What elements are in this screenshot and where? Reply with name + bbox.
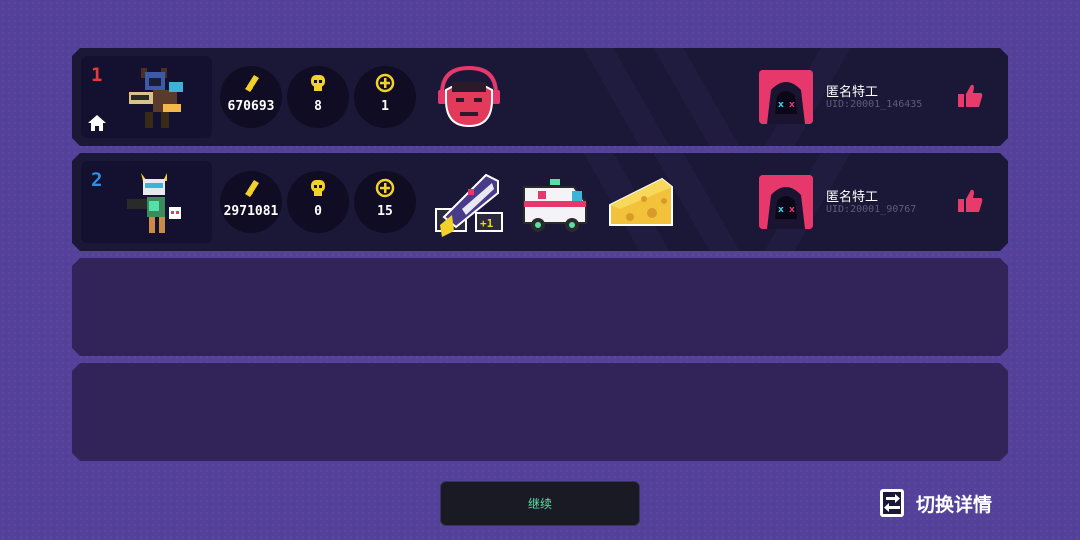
item-badge: +1 bbox=[480, 217, 494, 230]
player-card[interactable]: 1 bbox=[81, 56, 212, 138]
coins-stat: 15 bbox=[354, 171, 416, 233]
svg-text:x: x bbox=[778, 100, 784, 110]
switch-details-icon bbox=[880, 489, 904, 517]
hero-portrait bbox=[119, 167, 193, 239]
svg-text:x: x bbox=[789, 100, 795, 110]
player-name: 匿名特工 bbox=[826, 190, 879, 205]
leaderboard-row-1: 1 670693 8 1 x x 匿名特工 UID:20001_146435 bbox=[72, 48, 1008, 146]
leaderboard-row-2: 2 2971081 0 15 +1 x x 匿名特工 UID:20001_907… bbox=[72, 153, 1008, 251]
bullets-stat: 2971081 bbox=[220, 171, 282, 233]
like-thumb-icon[interactable] bbox=[956, 82, 984, 110]
empty-row-3 bbox=[72, 258, 1008, 356]
like-thumb-icon[interactable] bbox=[956, 187, 984, 215]
svg-text:x: x bbox=[789, 205, 795, 215]
coin-icon bbox=[374, 177, 396, 199]
bullet-icon bbox=[240, 72, 262, 94]
home-icon bbox=[87, 114, 107, 132]
bullet-icon bbox=[240, 177, 262, 199]
coin-icon bbox=[374, 72, 396, 94]
coins-value: 1 bbox=[381, 99, 389, 114]
skull-icon bbox=[307, 177, 329, 199]
kills-stat: 8 bbox=[287, 66, 349, 128]
cheese-item[interactable] bbox=[604, 165, 678, 239]
ambulance-item[interactable] bbox=[518, 165, 592, 239]
coins-value: 15 bbox=[377, 204, 393, 219]
coins-stat: 1 bbox=[354, 66, 416, 128]
player-avatar[interactable]: x x bbox=[759, 70, 813, 124]
skull-icon bbox=[307, 72, 329, 94]
rank-number: 2 bbox=[91, 169, 103, 191]
hooded-agent-icon: x x bbox=[759, 175, 813, 229]
empty-row-4 bbox=[72, 363, 1008, 461]
shark-rocket-item[interactable]: +1 bbox=[432, 165, 506, 239]
player-uid: UID:20001_90767 bbox=[826, 204, 917, 215]
bullets-stat: 670693 bbox=[220, 66, 282, 128]
rank-number: 1 bbox=[91, 64, 103, 86]
continue-button[interactable]: 继续 bbox=[440, 481, 640, 526]
player-card[interactable]: 2 bbox=[81, 161, 212, 243]
svg-text:x: x bbox=[778, 205, 784, 215]
kills-stat: 0 bbox=[287, 171, 349, 233]
devil-mask-item[interactable] bbox=[432, 60, 506, 134]
player-avatar[interactable]: x x bbox=[759, 175, 813, 229]
player-uid: UID:20001_146435 bbox=[826, 99, 923, 110]
switch-details-label: 切换详情 bbox=[916, 493, 993, 516]
switch-details-button[interactable]: 切换详情 bbox=[878, 486, 992, 520]
hero-portrait bbox=[119, 62, 193, 134]
hooded-agent-icon: x x bbox=[759, 70, 813, 124]
player-name: 匿名特工 bbox=[826, 85, 879, 100]
